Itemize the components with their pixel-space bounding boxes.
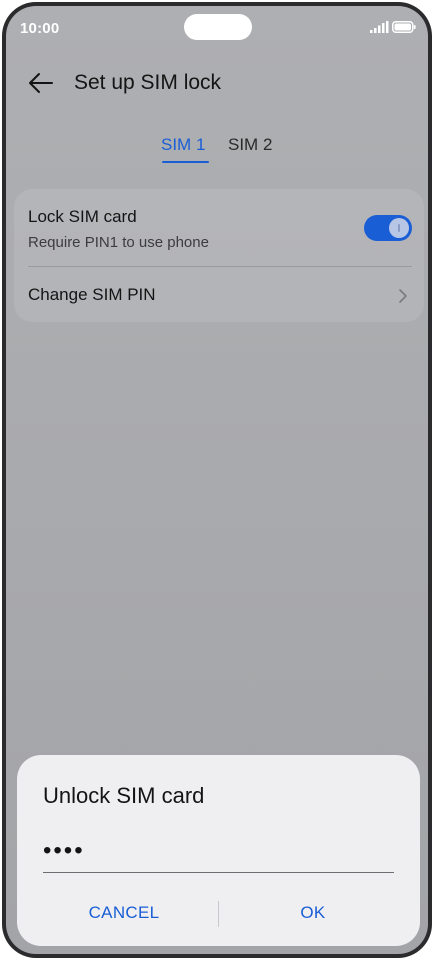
lock-sim-toggle[interactable] — [364, 215, 412, 241]
pin-input-underline — [43, 872, 394, 873]
dialog-title: Unlock SIM card — [43, 783, 205, 808]
toggle-knob — [389, 218, 409, 238]
cancel-button[interactable]: CANCEL — [39, 895, 209, 931]
camera-notch — [184, 14, 252, 40]
button-divider — [218, 901, 219, 927]
ok-button[interactable]: OK — [228, 895, 398, 931]
tab-sim-2[interactable]: SIM 2 — [228, 135, 272, 155]
header: Set up SIM lock — [6, 58, 428, 108]
phone-frame: 10:00 Set up SIM lock SIM 1 SIM 2 Lock S… — [2, 2, 432, 958]
screen: 10:00 Set up SIM lock SIM 1 SIM 2 Lock S… — [6, 6, 428, 954]
tab-sim-1[interactable]: SIM 1 — [161, 135, 205, 155]
status-time: 10:00 — [20, 20, 60, 37]
signal-icon — [370, 21, 389, 33]
lock-sim-title: Lock SIM card — [28, 207, 137, 226]
unlock-sim-dialog: Unlock SIM card CANCEL OK — [17, 755, 420, 946]
change-sim-pin-row[interactable]: Change SIM PIN — [14, 267, 424, 322]
pin-input[interactable] — [43, 831, 394, 871]
sim-tabs: SIM 1 SIM 2 — [6, 131, 428, 171]
status-bar: 10:00 — [6, 6, 428, 50]
lock-sim-row[interactable]: Lock SIM card Require PIN1 to use phone — [14, 189, 424, 266]
settings-card: Lock SIM card Require PIN1 to use phone … — [14, 189, 424, 322]
page-title: Set up SIM lock — [74, 71, 222, 94]
tab-indicator — [162, 161, 209, 163]
lock-sim-subtitle: Require PIN1 to use phone — [28, 234, 209, 251]
battery-icon — [392, 21, 416, 33]
chevron-right-icon — [399, 289, 407, 303]
change-sim-pin-title: Change SIM PIN — [28, 285, 156, 304]
arrow-left-icon[interactable] — [26, 68, 56, 98]
